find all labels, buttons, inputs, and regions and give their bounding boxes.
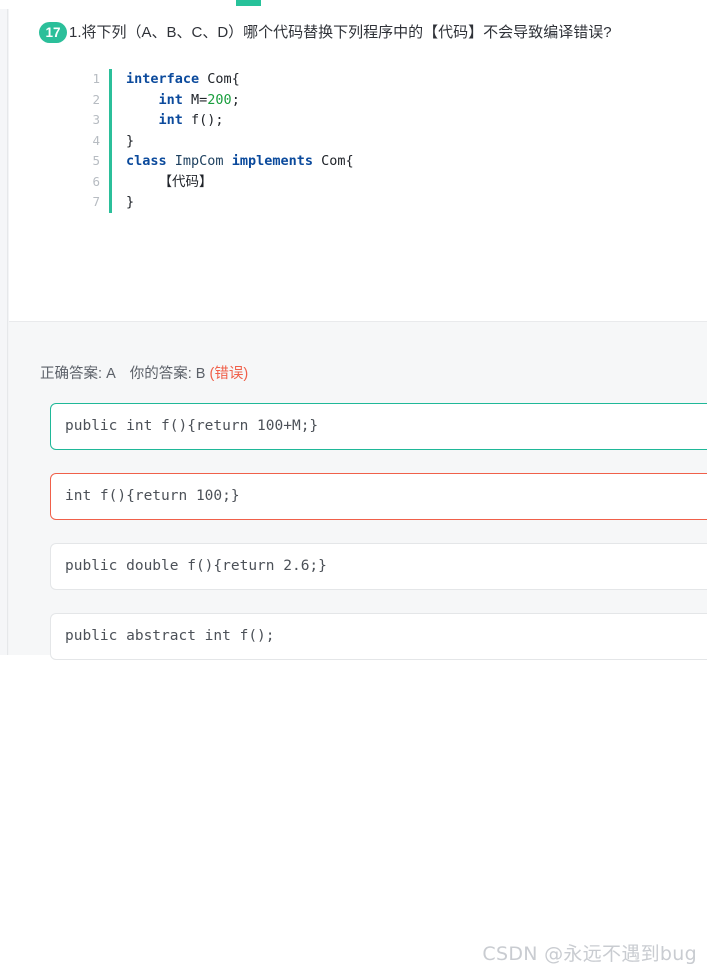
answer-option-c[interactable]: public double f(){return 2.6;} xyxy=(50,543,707,590)
code-token: ; xyxy=(231,91,240,108)
question-text: 1.将下列（A、B、C、D）哪个代码替换下列程序中的【代码】不会导致编译错误? xyxy=(69,24,612,41)
code-token: ImpCom xyxy=(174,153,232,169)
your-answer-value: B xyxy=(195,366,206,382)
code-token: Com{ xyxy=(207,71,240,87)
code-line-text: 【代码】 xyxy=(112,172,213,193)
code-token: } xyxy=(126,132,135,149)
code-line-text: int f(); xyxy=(112,110,224,131)
code-line-number: 6 xyxy=(92,173,100,189)
code-line: 6 【代码】 xyxy=(87,171,647,193)
answer-option-d[interactable]: public abstract int f(); xyxy=(50,613,707,660)
code-line-number: 5 xyxy=(92,153,100,168)
code-line: 2 int M=200; xyxy=(87,89,647,111)
your-answer-group: 你的答案: B (错误) xyxy=(130,366,248,382)
code-block: 1 interface Com{2 int M=200; 3 int f(); 4} 5… xyxy=(87,69,647,213)
code-line: 4} xyxy=(87,130,647,152)
correct-answer-group: 正确答案: A xyxy=(40,366,116,382)
code-token: class xyxy=(126,153,175,169)
left-gutter xyxy=(0,9,8,655)
code-token: 200 xyxy=(207,91,232,108)
code-token: Com{ xyxy=(321,153,354,169)
code-line-text: } xyxy=(112,192,134,213)
code-line-number: 2 xyxy=(92,91,100,107)
code-token: f(); xyxy=(191,112,224,128)
csdn-watermark: CSDN @永远不遇到bug xyxy=(482,943,697,965)
code-line-text: } xyxy=(112,131,134,152)
code-line-number: 7 xyxy=(92,194,100,209)
code-token: } xyxy=(126,194,135,210)
code-line: 1 interface Com{ xyxy=(87,69,647,90)
answer-option-b[interactable]: int f(){return 100;} xyxy=(50,473,707,520)
code-line: 7} xyxy=(87,192,647,213)
code-line-text: class ImpCom implements Com{ xyxy=(112,151,354,172)
code-line-text: int M=200; xyxy=(112,90,240,111)
answer-option-a[interactable]: public int f(){return 100+M;} xyxy=(50,403,707,450)
code-token: interface xyxy=(126,71,208,87)
code-token: int xyxy=(158,91,192,108)
question-card: 17 1.将下列（A、B、C、D）哪个代码替换下列程序中的【代码】不会导致编译错… xyxy=(9,9,707,322)
answer-area: 正确答案: A 你的答案: B (错误) public int f(){retur… xyxy=(9,322,707,965)
code-line: 3 int f(); xyxy=(87,110,647,131)
question-header: 17 1.将下列（A、B、C、D）哪个代码替换下列程序中的【代码】不会导致编译错… xyxy=(39,22,689,43)
active-tab-indicator xyxy=(236,0,261,6)
top-strip xyxy=(0,0,707,9)
code-line-number: 1 xyxy=(92,71,100,86)
correct-answer-label: 正确答案: xyxy=(40,366,103,382)
code-token: int xyxy=(158,112,192,128)
answer-result-badge: (错误) xyxy=(209,366,249,382)
code-line-number: 3 xyxy=(92,112,100,127)
correct-answer-value: A xyxy=(106,366,116,382)
code-token: 【代码】 xyxy=(158,173,213,190)
code-token: M= xyxy=(191,91,208,108)
code-line-number: 4 xyxy=(92,132,100,148)
your-answer-label: 你的答案: xyxy=(129,366,192,382)
question-number-badge: 17 xyxy=(39,22,67,43)
code-line: 5 class ImpCom implements Com{ xyxy=(87,151,647,172)
code-token: implements xyxy=(231,153,322,169)
answer-summary: 正确答案: A 你的答案: B (错误) xyxy=(40,362,248,383)
code-line-text: interface Com{ xyxy=(112,69,240,90)
page-frame: 17 1.将下列（A、B、C、D）哪个代码替换下列程序中的【代码】不会导致编译错… xyxy=(0,9,707,965)
